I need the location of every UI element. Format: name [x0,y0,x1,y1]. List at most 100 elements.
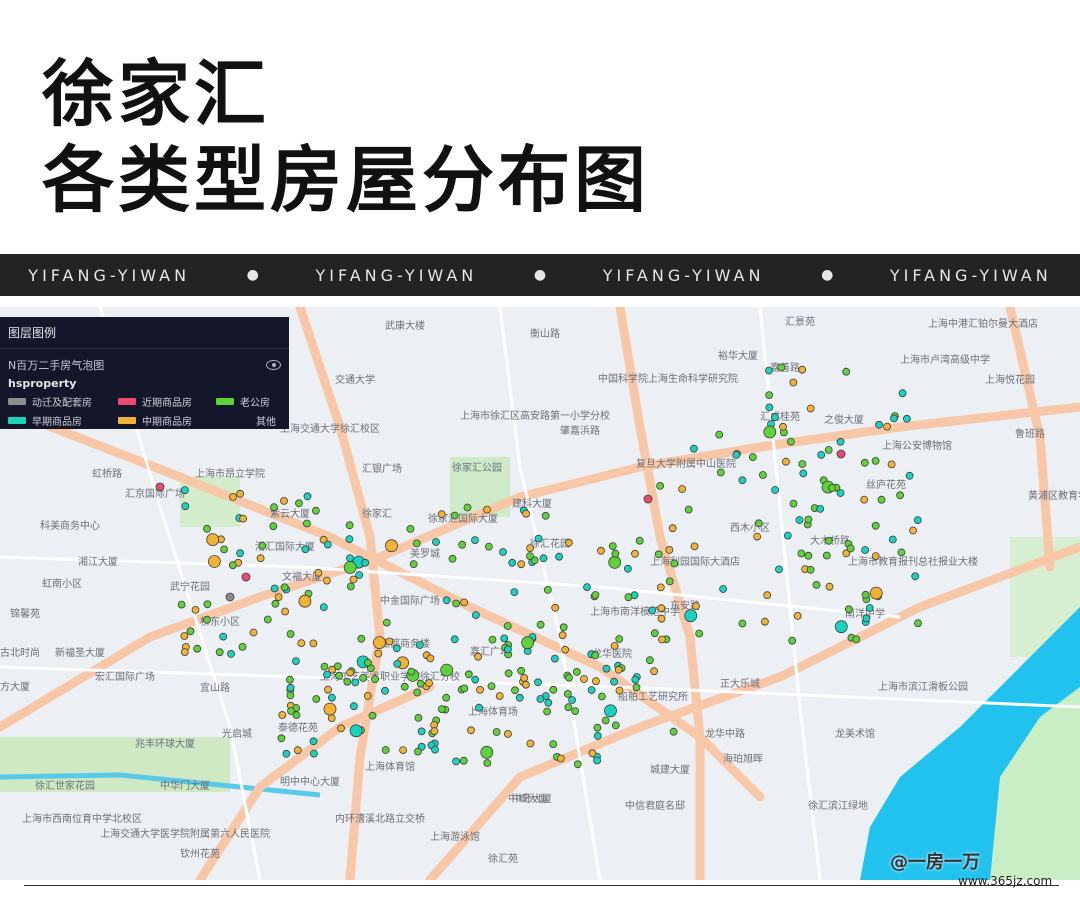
property-bubble[interactable] [558,631,567,640]
property-bubble[interactable] [549,740,558,749]
property-bubble[interactable] [258,541,267,550]
property-bubble[interactable] [732,450,741,459]
property-bubble[interactable] [359,674,368,682]
property-bubble[interactable] [228,561,237,570]
property-bubble[interactable] [804,515,813,524]
property-bubble[interactable] [400,682,409,691]
property-bubble[interactable] [888,535,897,544]
property-bubble[interactable] [180,632,189,640]
property-bubble[interactable] [337,724,345,733]
property-bubble[interactable] [615,635,624,643]
property-bubble[interactable] [203,600,212,609]
property-bubble[interactable] [526,552,534,561]
property-bubble[interactable] [871,552,880,561]
property-bubble[interactable] [206,533,220,547]
property-bubble[interactable] [610,642,619,650]
property-bubble[interactable] [765,403,774,412]
property-bubble[interactable] [281,607,290,616]
property-bubble[interactable] [565,673,573,682]
property-bubble[interactable] [860,495,869,504]
property-bubble[interactable] [488,635,497,644]
property-bubble[interactable] [798,460,807,468]
property-bubble[interactable] [536,620,545,629]
property-bubble[interactable] [193,644,202,653]
property-bubble[interactable] [522,509,530,518]
property-bubble[interactable] [771,413,779,422]
property-bubble[interactable] [409,560,418,569]
property-bubble[interactable] [824,536,833,545]
property-bubble[interactable] [799,469,808,478]
property-bubble[interactable] [865,604,874,612]
property-bubble[interactable] [905,471,914,480]
property-bubble[interactable] [822,551,831,560]
property-bubble[interactable] [715,430,724,439]
property-bubble[interactable] [180,486,189,495]
property-bubble[interactable] [684,505,693,514]
property-bubble[interactable] [249,628,258,637]
property-bubble[interactable] [782,457,790,466]
property-bubble[interactable] [301,545,310,554]
property-bubble[interactable] [716,468,725,477]
property-bubble[interactable] [385,637,394,646]
property-bubble[interactable] [806,565,815,574]
property-bubble[interactable] [225,592,235,602]
property-bubble[interactable] [593,723,602,732]
property-bubble[interactable] [220,545,229,554]
property-bubble[interactable] [793,611,802,620]
property-bubble[interactable] [291,657,300,666]
property-bubble[interactable] [382,618,391,627]
property-bubble[interactable] [412,539,421,548]
property-bubble[interactable] [458,540,467,549]
property-bubble[interactable] [551,603,560,612]
property-bubble[interactable] [437,510,446,519]
property-bubble[interactable] [186,627,195,636]
property-bubble[interactable] [504,669,513,678]
property-bubble[interactable] [564,689,572,698]
property-bubble[interactable] [432,538,440,546]
property-bubble[interactable] [877,495,886,504]
property-bubble[interactable] [476,685,484,694]
property-bubble[interactable] [557,754,565,763]
property-bubble[interactable] [324,685,332,694]
property-bubble[interactable] [771,486,779,494]
property-bubble[interactable] [591,591,600,599]
property-bubble[interactable] [631,675,640,684]
property-bubble[interactable] [592,677,600,686]
property-bubble[interactable] [323,540,332,549]
property-bubble[interactable] [393,659,402,668]
property-bubble[interactable] [875,420,883,429]
property-bubble[interactable] [345,535,354,544]
property-bubble[interactable] [517,560,526,569]
property-bubble[interactable] [460,684,469,693]
property-bubble[interactable] [363,691,372,700]
property-bubble[interactable] [442,596,451,605]
property-bubble[interactable] [327,693,336,702]
property-bubble[interactable] [754,519,763,528]
property-bubble[interactable] [450,635,459,644]
property-bubble[interactable] [309,639,318,648]
property-bubble[interactable] [407,667,416,676]
property-bubble[interactable] [611,549,620,558]
property-bubble[interactable] [695,629,704,638]
property-bubble[interactable] [414,713,423,722]
property-bubble[interactable] [503,622,512,630]
property-bubble[interactable] [517,666,525,675]
property-bubble[interactable] [654,550,663,559]
property-bubble[interactable] [608,555,622,569]
property-bubble[interactable] [761,617,769,626]
property-bubble[interactable] [611,721,620,730]
property-bubble[interactable] [657,614,666,623]
property-bubble[interactable] [440,663,454,677]
property-bubble[interactable] [795,516,804,524]
property-bubble[interactable] [286,691,295,700]
property-bubble[interactable] [668,524,677,533]
property-bubble[interactable] [789,499,798,508]
property-bubble[interactable] [471,675,480,684]
property-bubble[interactable] [335,671,344,680]
property-bubble[interactable] [322,576,331,585]
property-bubble[interactable] [503,729,512,738]
property-bubble[interactable] [777,363,786,372]
property-bubble[interactable] [207,555,221,568]
property-bubble[interactable] [203,524,211,533]
property-bubble[interactable] [323,702,337,716]
